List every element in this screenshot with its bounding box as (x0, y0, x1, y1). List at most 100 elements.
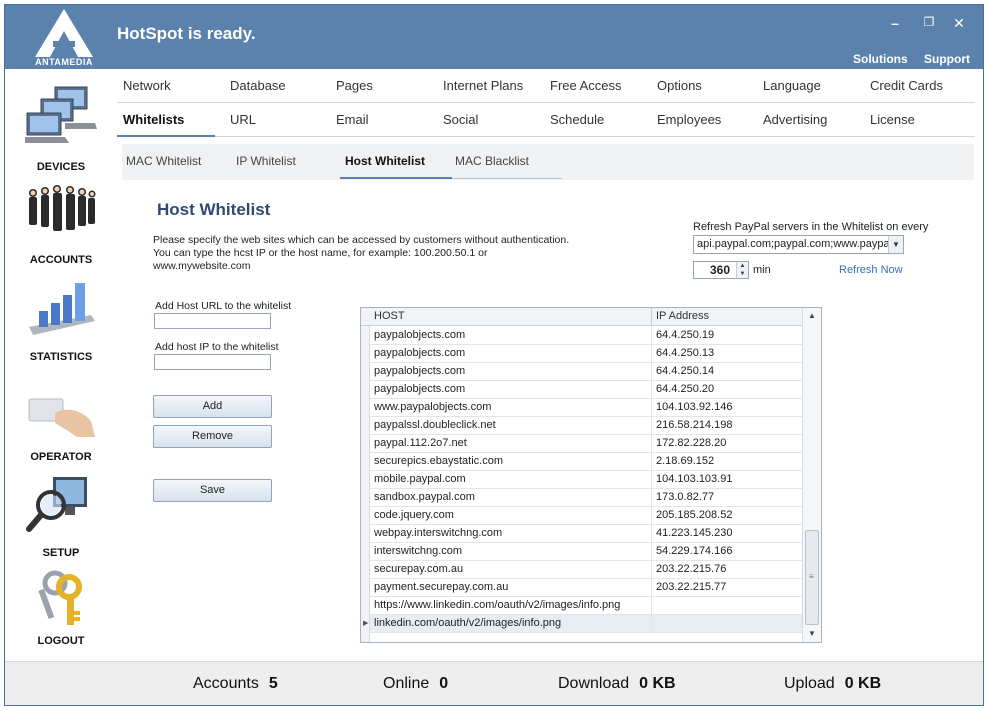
host-cell[interactable]: paypalobjects.com (370, 381, 652, 398)
ip-cell[interactable]: 64.4.250.13 (652, 345, 802, 362)
ip-cell[interactable]: 104.103.92.146 (652, 399, 802, 416)
host-url-input[interactable] (154, 313, 271, 329)
host-whitelist-grid[interactable]: HOST IP Address paypalobjects.com 64.4.25… (360, 307, 822, 643)
ip-cell[interactable]: 54.229.174.166 (652, 543, 802, 560)
tab-license[interactable]: License (870, 112, 915, 127)
ip-cell[interactable]: 64.4.250.14 (652, 363, 802, 380)
maximize-button[interactable]: ❐ (919, 15, 939, 29)
host-cell[interactable]: paypalobjects.com (370, 327, 652, 344)
tab-schedule[interactable]: Schedule (550, 112, 604, 127)
close-button[interactable]: ✕ (949, 15, 969, 32)
minimize-button[interactable]: – (885, 15, 905, 31)
table-row[interactable]: paypalobjects.com 64.4.250.14 (370, 363, 802, 381)
tab-pages[interactable]: Pages (336, 78, 373, 93)
ip-cell[interactable]: 216.58.214.198 (652, 417, 802, 434)
refresh-interval-stepper[interactable]: 360 ▲ ▼ (693, 261, 749, 279)
host-cell[interactable]: securepay.com.au (370, 561, 652, 578)
ip-cell[interactable]: 64.4.250.20 (652, 381, 802, 398)
paypal-servers-combo[interactable]: api.paypal.com;paypal.com;www.paypal ▼ (693, 235, 904, 254)
scroll-down-icon[interactable]: ▼ (803, 626, 821, 642)
tab-credit-cards[interactable]: Credit Cards (870, 78, 943, 93)
sidebar-item-devices[interactable]: DEVICES (5, 79, 117, 175)
host-cell[interactable]: paypalobjects.com (370, 345, 652, 362)
subtab-host-whitelist[interactable]: Host Whitelist (345, 154, 425, 168)
subtab-mac-whitelist[interactable]: MAC Whitelist (126, 154, 201, 168)
tab-whitelists[interactable]: Whitelists (123, 112, 184, 127)
table-row[interactable]: sandbox.paypal.com 173.0.82.77 (370, 489, 802, 507)
remove-button[interactable]: Remove (153, 425, 272, 448)
scrollbar-thumb[interactable]: ≡ (805, 530, 819, 625)
host-cell[interactable]: mobile.paypal.com (370, 471, 652, 488)
sidebar-item-operator[interactable]: OPERATOR (5, 385, 117, 465)
ip-cell[interactable]: 203.22.215.76 (652, 561, 802, 578)
refresh-now-link[interactable]: Refresh Now (839, 264, 903, 276)
sidebar-item-logout[interactable]: LOGOUT (5, 565, 117, 655)
tab-free-access[interactable]: Free Access (550, 78, 622, 93)
ip-cell[interactable]: 41.223.145.230 (652, 525, 802, 542)
table-row[interactable]: paypal.112.2o7.net 172.82.228.20 (370, 435, 802, 453)
sidebar-item-accounts[interactable]: ACCOUNTS (5, 181, 117, 271)
table-row[interactable]: www.paypalobjects.com 104.103.92.146 (370, 399, 802, 417)
tab-internet-plans[interactable]: Internet Plans (443, 78, 523, 93)
subtab-mac-blacklist[interactable]: MAC Blacklist (455, 154, 529, 168)
host-cell[interactable]: webpay.interswitchng.com (370, 525, 652, 542)
table-row[interactable]: paypalobjects.com 64.4.250.13 (370, 345, 802, 363)
host-cell[interactable]: sandbox.paypal.com (370, 489, 652, 506)
ip-cell[interactable]: 203.22.215.77 (652, 579, 802, 596)
host-cell[interactable]: www.paypalobjects.com (370, 399, 652, 416)
table-row[interactable]: payment.securepay.com.au 203.22.215.77 (370, 579, 802, 597)
host-cell[interactable]: payment.securepay.com.au (370, 579, 652, 596)
ip-cell[interactable] (652, 597, 802, 614)
host-cell[interactable]: securepics.ebaystatic.com (370, 453, 652, 470)
tab-social[interactable]: Social (443, 112, 478, 127)
add-button[interactable]: Add (153, 395, 272, 418)
table-row[interactable]: paypalssl.doubleclick.net 216.58.214.198 (370, 417, 802, 435)
table-row[interactable]: webpay.interswitchng.com 41.223.145.230 (370, 525, 802, 543)
ip-cell[interactable]: 172.82.228.20 (652, 435, 802, 452)
vertical-scrollbar[interactable]: ▲ ≡ ▼ (802, 308, 821, 642)
host-cell[interactable]: linkedin.com/oauth/v2/images/info.png (370, 615, 652, 632)
ip-cell[interactable]: 173.0.82.77 (652, 489, 802, 506)
tab-url[interactable]: URL (230, 112, 256, 127)
table-row[interactable]: paypalobjects.com 64.4.250.19 (370, 327, 802, 345)
table-row[interactable]: securepay.com.au 203.22.215.76 (370, 561, 802, 579)
table-row[interactable]: code.jquery.com 205.185.208.52 (370, 507, 802, 525)
ip-cell[interactable]: 2.18.69.152 (652, 453, 802, 470)
save-button[interactable]: Save (153, 479, 272, 502)
tab-options[interactable]: Options (657, 78, 702, 93)
host-cell[interactable]: paypalssl.doubleclick.net (370, 417, 652, 434)
ip-cell[interactable]: 64.4.250.19 (652, 327, 802, 344)
column-header-host[interactable]: HOST (370, 308, 652, 326)
table-row[interactable]: https://www.linkedin.com/oauth/v2/images… (370, 597, 802, 615)
chevron-down-icon[interactable]: ▼ (888, 236, 903, 253)
host-cell[interactable]: https://www.linkedin.com/oauth/v2/images… (370, 597, 652, 614)
table-row[interactable]: mobile.paypal.com 104.103.103.91 (370, 471, 802, 489)
scroll-up-icon[interactable]: ▲ (803, 308, 821, 324)
stepper-arrows-icon[interactable]: ▲ ▼ (736, 262, 748, 278)
ip-cell[interactable]: 104.103.103.91 (652, 471, 802, 488)
tab-email[interactable]: Email (336, 112, 369, 127)
tab-employees[interactable]: Employees (657, 112, 721, 127)
column-header-ip[interactable]: IP Address (652, 308, 802, 326)
table-row[interactable]: interswitchng.com 54.229.174.166 (370, 543, 802, 561)
tab-advertising[interactable]: Advertising (763, 112, 827, 127)
host-cell[interactable]: interswitchng.com (370, 543, 652, 560)
host-ip-input[interactable] (154, 354, 271, 370)
sidebar-item-setup[interactable]: SETUP (5, 473, 117, 561)
tab-language[interactable]: Language (763, 78, 821, 93)
ip-cell[interactable] (652, 615, 802, 632)
setup-icon (26, 477, 87, 532)
table-row[interactable]: linkedin.com/oauth/v2/images/info.png (370, 615, 802, 633)
solutions-link[interactable]: Solutions (853, 52, 908, 66)
support-link[interactable]: Support (924, 52, 970, 66)
tab-network[interactable]: Network (123, 78, 171, 93)
sidebar-item-statistics[interactable]: STATISTICS (5, 275, 117, 363)
table-row[interactable]: paypalobjects.com 64.4.250.20 (370, 381, 802, 399)
host-cell[interactable]: paypal.112.2o7.net (370, 435, 652, 452)
host-cell[interactable]: code.jquery.com (370, 507, 652, 524)
table-row[interactable]: securepics.ebaystatic.com 2.18.69.152 (370, 453, 802, 471)
subtab-ip-whitelist[interactable]: IP Whitelist (236, 154, 296, 168)
ip-cell[interactable]: 205.185.208.52 (652, 507, 802, 524)
host-cell[interactable]: paypalobjects.com (370, 363, 652, 380)
tab-database[interactable]: Database (230, 78, 286, 93)
